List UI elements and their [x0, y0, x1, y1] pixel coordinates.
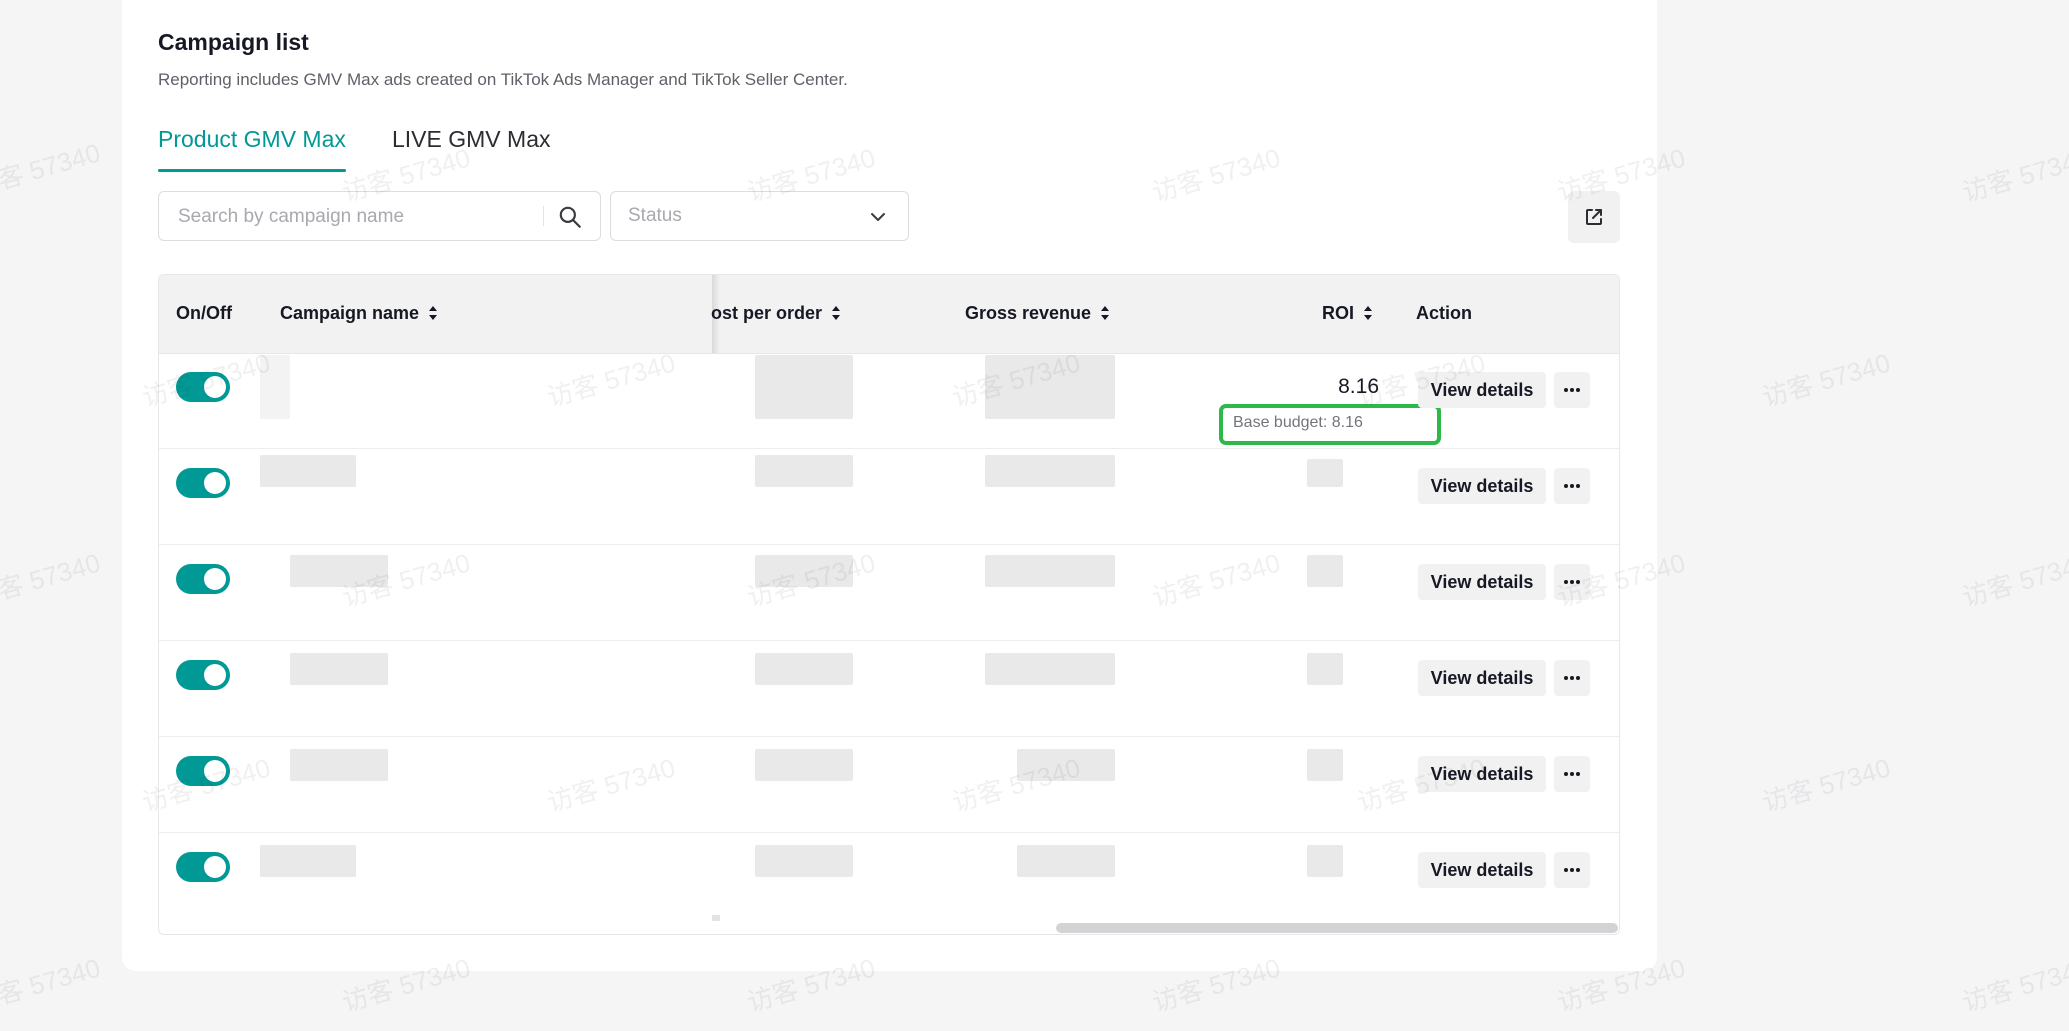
table-row: View details [159, 641, 1619, 737]
watermark: 访客 57340 [1958, 952, 2069, 1018]
table-row: 8.16 Base budget: 8.16 View details [159, 353, 1619, 449]
toggle-knob [204, 472, 226, 494]
watermark: 访客 57340 [1958, 547, 2069, 613]
campaign-list-title: Campaign list [158, 29, 309, 55]
base-budget-highlight: Base budget: 8.16 [1219, 404, 1441, 445]
redacted-campaign-name [260, 355, 290, 419]
campaign-toggle[interactable] [176, 468, 230, 498]
redacted-cost-per-order [755, 845, 853, 877]
status-select[interactable]: Status [610, 191, 909, 241]
view-details-button[interactable]: View details [1418, 372, 1546, 408]
base-budget-label: Base budget: 8.16 [1233, 414, 1363, 431]
campaign-list-subtitle: Reporting includes GMV Max ads created o… [158, 70, 848, 89]
table-row: View details [159, 737, 1619, 833]
campaign-toggle[interactable] [176, 852, 230, 882]
search-input[interactable] [176, 192, 540, 242]
external-link-icon [1586, 209, 1602, 225]
chevron-down-icon [871, 213, 885, 221]
redacted-cost-per-order [755, 555, 853, 587]
redacted-campaign-name [290, 555, 388, 587]
redacted-cost-per-order [755, 455, 853, 487]
redacted-roi [1307, 845, 1343, 877]
campaign-list-card: Campaign list Reporting includes GMV Max… [122, 0, 1657, 971]
view-details-button[interactable]: View details [1418, 660, 1546, 696]
sort-icon[interactable] [831, 304, 841, 322]
redacted-gross-revenue [985, 455, 1115, 487]
more-horizontal-icon [1564, 868, 1580, 872]
search-icon[interactable] [557, 204, 583, 230]
watermark: 访客 57340 [0, 952, 104, 1018]
redacted-campaign-name [260, 455, 356, 487]
column-header-gross-revenue[interactable]: Gross revenue [965, 303, 1110, 324]
watermark: 访客 57340 [1958, 142, 2069, 208]
search-divider [543, 206, 544, 226]
toggle-knob [204, 376, 226, 398]
campaign-table: On/Off Campaign name ost per order Gross… [158, 274, 1620, 935]
view-details-button[interactable]: View details [1418, 852, 1546, 888]
toggle-knob [204, 760, 226, 782]
redacted-gross-revenue [1017, 749, 1115, 781]
export-button[interactable] [1568, 191, 1620, 243]
more-options-button[interactable] [1554, 564, 1590, 600]
redacted-gross-revenue [1017, 845, 1115, 877]
status-select-placeholder: Status [628, 205, 682, 226]
sort-icon[interactable] [1363, 304, 1373, 322]
toggle-knob [204, 664, 226, 686]
campaign-toggle[interactable] [176, 372, 230, 402]
view-details-button[interactable]: View details [1418, 468, 1546, 504]
column-header-action: Action [1416, 303, 1472, 323]
redacted-campaign-name [290, 653, 388, 685]
column-header-onoff: On/Off [176, 303, 232, 323]
roi-value: 8.16 [1338, 375, 1379, 398]
sort-icon[interactable] [428, 304, 438, 322]
redacted-roi [1307, 459, 1343, 487]
vertical-scroll-stub [712, 915, 720, 921]
toggle-knob [204, 568, 226, 590]
redacted-roi [1307, 555, 1343, 587]
more-options-button[interactable] [1554, 372, 1590, 408]
column-header-cost-per-order[interactable]: ost per order [711, 303, 841, 324]
redacted-cost-per-order [755, 749, 853, 781]
view-details-button[interactable]: View details [1418, 756, 1546, 792]
campaign-toggle[interactable] [176, 660, 230, 690]
campaign-search [158, 191, 601, 242]
more-horizontal-icon [1564, 772, 1580, 776]
more-options-button[interactable] [1554, 660, 1590, 696]
table-header: On/Off Campaign name ost per order Gross… [159, 275, 1619, 354]
redacted-campaign-name [260, 845, 356, 877]
redacted-campaign-name [290, 749, 388, 781]
more-options-button[interactable] [1554, 468, 1590, 504]
watermark: 访客 57340 [1758, 752, 1894, 818]
redacted-gross-revenue [985, 355, 1115, 419]
more-horizontal-icon [1564, 676, 1580, 680]
redacted-roi [1307, 749, 1343, 781]
campaign-toggle[interactable] [176, 564, 230, 594]
column-header-roi[interactable]: ROI [1322, 303, 1373, 324]
tab-product-gmv-max[interactable]: Product GMV Max [158, 126, 346, 172]
table-row: View details [159, 833, 1619, 928]
more-horizontal-icon [1564, 388, 1580, 392]
redacted-roi [1307, 653, 1343, 685]
table-row: View details [159, 449, 1619, 545]
horizontal-scrollbar[interactable] [1056, 923, 1618, 933]
sort-icon[interactable] [1100, 304, 1110, 322]
more-horizontal-icon [1564, 484, 1580, 488]
redacted-cost-per-order [755, 653, 853, 685]
more-options-button[interactable] [1554, 756, 1590, 792]
watermark: 访客 57340 [1758, 347, 1894, 413]
redacted-gross-revenue [985, 653, 1115, 685]
redacted-gross-revenue [985, 555, 1115, 587]
more-horizontal-icon [1564, 580, 1580, 584]
toggle-knob [204, 856, 226, 878]
table-row: View details [159, 545, 1619, 641]
campaign-toggle[interactable] [176, 756, 230, 786]
column-header-campaign-name[interactable]: Campaign name [280, 303, 438, 324]
more-options-button[interactable] [1554, 852, 1590, 888]
watermark: 访客 57340 [0, 547, 104, 613]
watermark: 访客 57340 [0, 137, 104, 203]
redacted-cost-per-order [755, 355, 853, 419]
view-details-button[interactable]: View details [1418, 564, 1546, 600]
tab-live-gmv-max[interactable]: LIVE GMV Max [392, 126, 550, 166]
